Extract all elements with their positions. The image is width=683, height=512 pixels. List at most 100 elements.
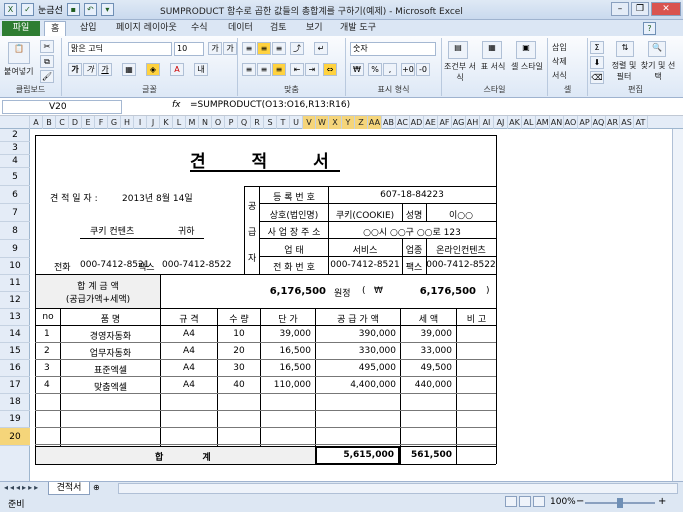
column-header[interactable]: C bbox=[56, 116, 69, 129]
tab-home[interactable]: 홈 bbox=[44, 21, 67, 36]
row-header[interactable]: 2 bbox=[0, 129, 30, 142]
row-header[interactable]: 12 bbox=[0, 292, 30, 309]
tab-file[interactable]: 파일 bbox=[2, 21, 40, 36]
column-header[interactable]: I bbox=[134, 116, 147, 129]
format-cells-button[interactable]: 서식 bbox=[552, 70, 567, 81]
align-right-icon[interactable]: ≡ bbox=[272, 63, 286, 76]
row-header[interactable]: 3 bbox=[0, 142, 30, 155]
column-header[interactable]: T bbox=[277, 116, 290, 129]
row-header[interactable]: 5 bbox=[0, 168, 30, 186]
cell-styles-label[interactable]: 셀 스타일 bbox=[510, 61, 544, 72]
column-header[interactable]: R bbox=[251, 116, 264, 129]
restore-button[interactable]: ❐ bbox=[631, 2, 649, 16]
find-select-icon[interactable]: 🔍 bbox=[648, 41, 666, 57]
column-header[interactable]: AF bbox=[438, 116, 452, 129]
column-header[interactable]: P bbox=[225, 116, 238, 129]
row-header[interactable]: 6 bbox=[0, 186, 30, 204]
wrap-text-icon[interactable]: ↵ bbox=[314, 42, 328, 55]
gridlines-checkbox[interactable]: ✓ bbox=[21, 3, 34, 16]
help-icon[interactable]: ? bbox=[643, 22, 656, 35]
column-header[interactable]: M bbox=[186, 116, 199, 129]
column-header[interactable]: A bbox=[30, 116, 43, 129]
column-header[interactable]: AE bbox=[424, 116, 438, 129]
column-header[interactable]: D bbox=[69, 116, 82, 129]
tab-formulas[interactable]: 수식 bbox=[185, 21, 214, 36]
cut-icon[interactable]: ✂ bbox=[40, 40, 54, 53]
column-header[interactable]: AN bbox=[550, 116, 564, 129]
row-header[interactable]: 17 bbox=[0, 377, 30, 394]
align-center-icon[interactable]: ≡ bbox=[257, 63, 271, 76]
column-header[interactable]: E bbox=[82, 116, 95, 129]
align-middle-icon[interactable]: ≡ bbox=[257, 42, 271, 55]
format-as-table-label[interactable]: 표 서식 bbox=[478, 61, 508, 72]
select-all-corner[interactable] bbox=[0, 116, 30, 129]
row-header[interactable]: 8 bbox=[0, 222, 30, 240]
row-header[interactable]: 16 bbox=[0, 360, 30, 377]
row-header[interactable]: 20 bbox=[0, 428, 30, 446]
column-header[interactable]: AL bbox=[522, 116, 536, 129]
zoom-in-button[interactable]: + bbox=[658, 496, 666, 507]
phonetic-icon[interactable]: 내 bbox=[194, 63, 208, 76]
column-header[interactable]: AG bbox=[452, 116, 466, 129]
column-header[interactable]: AH bbox=[466, 116, 480, 129]
column-header[interactable]: L bbox=[173, 116, 186, 129]
currency-icon[interactable]: ₩ bbox=[350, 63, 364, 76]
column-header[interactable]: AM bbox=[536, 116, 550, 129]
font-size-select[interactable]: 10 bbox=[174, 42, 204, 56]
column-header[interactable]: AR bbox=[606, 116, 620, 129]
fill-icon[interactable]: ⬇ bbox=[590, 56, 604, 69]
column-header[interactable]: AI bbox=[480, 116, 494, 129]
column-header[interactable]: AP bbox=[578, 116, 592, 129]
column-header[interactable]: AK bbox=[508, 116, 522, 129]
column-header[interactable]: Z bbox=[355, 116, 368, 129]
zoom-out-button[interactable]: − bbox=[576, 496, 584, 507]
column-header[interactable]: F bbox=[95, 116, 108, 129]
font-name-select[interactable]: 맑은 고딕 bbox=[68, 42, 172, 56]
column-header[interactable]: AB bbox=[382, 116, 396, 129]
zoom-slider-knob[interactable] bbox=[617, 498, 623, 508]
column-header[interactable]: AJ bbox=[494, 116, 508, 129]
column-header[interactable]: N bbox=[199, 116, 212, 129]
number-format-select[interactable]: 숫자 bbox=[350, 42, 436, 56]
row-header[interactable]: 13 bbox=[0, 309, 30, 326]
sort-filter-icon[interactable]: ⇅ bbox=[616, 41, 634, 57]
row-header[interactable]: 10 bbox=[0, 258, 30, 275]
name-box[interactable]: V20 bbox=[2, 100, 122, 114]
row-header[interactable]: 15 bbox=[0, 343, 30, 360]
row-header[interactable]: 4 bbox=[0, 155, 30, 168]
row-header[interactable]: 11 bbox=[0, 275, 30, 292]
decrease-decimal-icon[interactable]: -0 bbox=[416, 63, 430, 76]
minimize-button[interactable]: – bbox=[611, 2, 629, 16]
page-break-view-icon[interactable] bbox=[533, 496, 545, 507]
underline-button[interactable]: 가 bbox=[98, 63, 112, 76]
column-header[interactable]: V bbox=[303, 116, 316, 129]
column-header[interactable]: AT bbox=[634, 116, 648, 129]
tab-insert[interactable]: 삽입 bbox=[74, 21, 103, 36]
sort-filter-label[interactable]: 정렬 및 필터 bbox=[608, 60, 640, 82]
row-header[interactable]: 9 bbox=[0, 240, 30, 258]
column-header[interactable]: AC bbox=[396, 116, 410, 129]
column-header[interactable]: AS bbox=[620, 116, 634, 129]
new-sheet-icon[interactable]: ⊕ bbox=[93, 483, 100, 492]
column-header[interactable]: G bbox=[108, 116, 121, 129]
fill-color-icon[interactable]: ◈ bbox=[146, 63, 160, 76]
cell-styles-icon[interactable]: ▣ bbox=[516, 41, 536, 59]
conditional-format-icon[interactable]: ▤ bbox=[448, 41, 468, 59]
formula-input[interactable]: =SUMPRODUCT(O13:O16,R13:R16) bbox=[190, 100, 350, 110]
column-header[interactable]: X bbox=[329, 116, 342, 129]
format-as-table-icon[interactable]: ▦ bbox=[482, 41, 502, 59]
clear-icon[interactable]: ⌫ bbox=[590, 71, 604, 84]
tab-data[interactable]: 데이터 bbox=[222, 21, 259, 36]
column-header[interactable]: J bbox=[147, 116, 160, 129]
save-icon[interactable]: ▪ bbox=[66, 3, 80, 16]
find-select-label[interactable]: 찾기 및 선택 bbox=[640, 60, 676, 82]
delete-cells-button[interactable]: 삭제 bbox=[552, 56, 567, 67]
percent-button[interactable]: % bbox=[368, 63, 382, 76]
increase-indent-icon[interactable]: ⇥ bbox=[305, 63, 319, 76]
align-top-icon[interactable]: ≡ bbox=[242, 42, 256, 55]
row-header[interactable]: 19 bbox=[0, 411, 30, 428]
italic-button[interactable]: 가 bbox=[83, 63, 97, 76]
page-layout-view-icon[interactable] bbox=[519, 496, 531, 507]
tab-developer[interactable]: 개발 도구 bbox=[334, 21, 382, 36]
vertical-scrollbar[interactable] bbox=[672, 129, 683, 481]
